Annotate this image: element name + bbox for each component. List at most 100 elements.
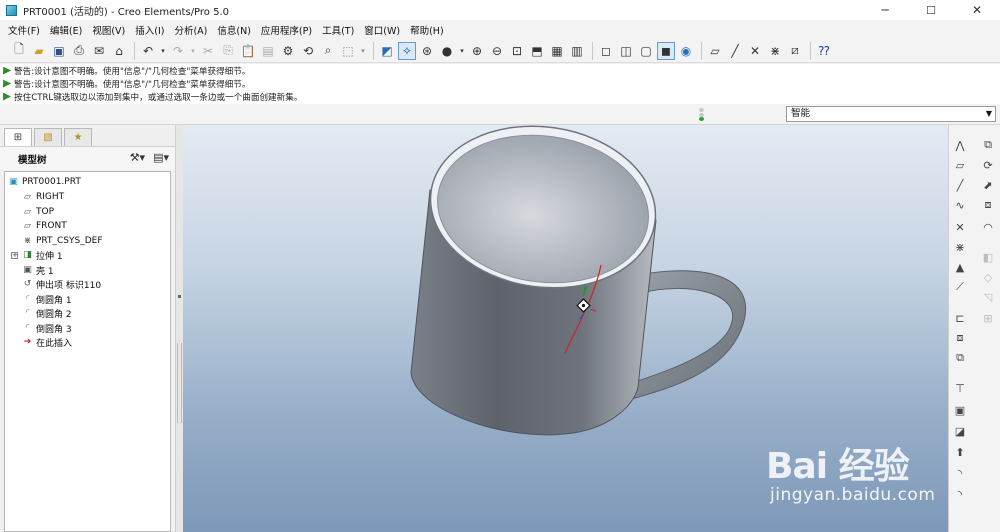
- tree-item-round-3[interactable]: ◜ 倒圆角 3: [22, 321, 72, 335]
- select-box-icon[interactable]: ⬚: [339, 42, 357, 60]
- save-icon[interactable]: ▣: [50, 42, 68, 60]
- datum-pattern-icon[interactable]: ⟋: [951, 279, 969, 295]
- context-help-icon[interactable]: ⁇: [815, 42, 833, 60]
- mail-link-icon[interactable]: ⌂: [110, 42, 128, 60]
- menu-file[interactable]: 文件(F): [4, 23, 46, 37]
- boundary-blend-icon[interactable]: ◠: [979, 219, 997, 235]
- repaint-icon[interactable]: ◩: [378, 42, 396, 60]
- tree-show-icon[interactable]: ▤▾: [153, 151, 169, 164]
- round-tool-icon[interactable]: ▣: [951, 402, 969, 418]
- swept-blend-icon[interactable]: ◝: [951, 465, 969, 481]
- tree-item-part[interactable]: ▣ PRT0001.PRT: [8, 175, 81, 189]
- menu-tools[interactable]: 工具(T): [318, 23, 360, 37]
- new-file-icon[interactable]: 🗋: [10, 42, 28, 60]
- tree-settings-icon[interactable]: ⚒▾: [130, 151, 145, 164]
- sweep-tool-icon[interactable]: ⬆: [951, 444, 969, 460]
- tree-item-insert-here[interactable]: ➔ 在此插入: [22, 335, 72, 349]
- datum-axes-toggle-icon[interactable]: ╱: [726, 42, 744, 60]
- csys-tool-icon[interactable]: ⋇: [951, 239, 969, 255]
- expand-toggle[interactable]: +: [11, 252, 18, 259]
- redo-icon[interactable]: ↷: [169, 42, 187, 60]
- hidden-line-icon[interactable]: ◫: [617, 42, 635, 60]
- menu-window[interactable]: 窗口(W): [360, 23, 406, 37]
- tree-item-round-2[interactable]: ◜ 倒圆角 2: [22, 306, 72, 320]
- hole-tool-icon[interactable]: ⊏: [951, 310, 969, 326]
- saved-views-icon[interactable]: ▦: [548, 42, 566, 60]
- annotations-toggle-icon[interactable]: ⧄: [786, 42, 804, 60]
- wireframe-icon[interactable]: ◻: [597, 42, 615, 60]
- csys-toggle-icon[interactable]: ⋇: [766, 42, 784, 60]
- menu-applications[interactable]: 应用程序(P): [257, 23, 318, 37]
- appearance-dropdown-icon[interactable]: ▾: [458, 42, 466, 60]
- redo-dropdown-icon[interactable]: ▾: [189, 42, 197, 60]
- tree-item-top[interactable]: ▱ TOP: [22, 205, 54, 219]
- regen-manager-icon[interactable]: ⟲: [299, 42, 317, 60]
- splitter-handle[interactable]: [177, 343, 182, 423]
- minimize-button[interactable]: ─: [862, 0, 908, 20]
- undo-icon[interactable]: ↶: [139, 42, 157, 60]
- maximize-button[interactable]: ☐: [908, 0, 954, 20]
- spin-center-icon[interactable]: ⟡: [398, 41, 416, 60]
- no-hidden-icon[interactable]: ▢: [637, 42, 655, 60]
- reorient-icon[interactable]: ⬒: [528, 42, 546, 60]
- menu-view[interactable]: 视图(V): [88, 23, 131, 37]
- tab-favorites[interactable]: ★: [64, 128, 92, 146]
- draft-tool-icon[interactable]: ⊤: [951, 380, 969, 396]
- selection-filter-select[interactable]: 智能 ▼: [786, 106, 996, 122]
- paste-icon[interactable]: 📋: [239, 42, 257, 60]
- paste-special-icon[interactable]: ▤: [259, 42, 277, 60]
- appearance-icon[interactable]: ●: [438, 42, 456, 60]
- tree-item-right[interactable]: ▱ RIGHT: [22, 190, 64, 204]
- pattern-icon[interactable]: ⊞: [979, 310, 997, 326]
- tab-folder-browser[interactable]: ▧: [34, 128, 62, 146]
- regenerate-icon[interactable]: ⚙: [279, 42, 297, 60]
- blend-tool-icon[interactable]: ⧈: [979, 197, 997, 213]
- select-dropdown-icon[interactable]: ▾: [359, 42, 367, 60]
- menu-info[interactable]: 信息(N): [213, 23, 257, 37]
- datum-planes-toggle-icon[interactable]: ▱: [706, 42, 724, 60]
- tree-item-round-1[interactable]: ◜ 倒圆角 1: [22, 292, 72, 306]
- sketch-icon[interactable]: ⋀: [951, 137, 969, 153]
- curve-tool-icon[interactable]: ∿: [951, 197, 969, 213]
- mirror-icon[interactable]: ◧: [979, 249, 997, 265]
- rib-tool-icon[interactable]: ⧉: [951, 350, 969, 366]
- tree-item-sweep[interactable]: ↺ 伸出项 标识110: [22, 277, 101, 291]
- menu-help[interactable]: 帮助(H): [406, 23, 450, 37]
- open-folder-icon[interactable]: ▰: [30, 42, 48, 60]
- print-icon[interactable]: ⎙: [70, 42, 88, 60]
- datum-points-toggle-icon[interactable]: ✕: [746, 42, 764, 60]
- undo-dropdown-icon[interactable]: ▾: [159, 42, 167, 60]
- shading-icon[interactable]: ◼: [657, 41, 675, 60]
- menu-insert[interactable]: 插入(I): [131, 23, 170, 37]
- plane-tool-icon[interactable]: ▱: [951, 157, 969, 173]
- zoom-in-icon[interactable]: ⊕: [468, 42, 486, 60]
- helical-sweep-icon[interactable]: ◝: [951, 486, 969, 502]
- chamfer-tool-icon[interactable]: ◪: [951, 423, 969, 439]
- variable-sweep-icon[interactable]: ⬈: [979, 177, 997, 193]
- menu-edit[interactable]: 编辑(E): [46, 23, 88, 37]
- panel-splitter[interactable]: [175, 125, 183, 532]
- revolve-tool-icon[interactable]: ⟳: [979, 157, 997, 173]
- menu-analysis[interactable]: 分析(A): [170, 23, 213, 37]
- cut-icon[interactable]: ✂: [199, 42, 217, 60]
- tab-model-tree[interactable]: ⊞: [4, 128, 32, 146]
- close-button[interactable]: ✕: [954, 0, 1000, 20]
- analysis-feature-icon[interactable]: ▲: [951, 259, 969, 275]
- tree-item-extrude[interactable]: ◨ 拉伸 1: [22, 248, 62, 262]
- shell-tool-icon[interactable]: ⧈: [951, 330, 969, 346]
- layers-icon[interactable]: ▥: [568, 42, 586, 60]
- point-tool-icon[interactable]: ✕: [951, 219, 969, 235]
- tree-item-csys[interactable]: ⋇ PRT_CSYS_DEF: [22, 234, 103, 248]
- merge-icon[interactable]: ◇: [979, 269, 997, 285]
- send-mail-icon[interactable]: ✉: [90, 42, 108, 60]
- tree-item-shell[interactable]: ▣ 壳 1: [22, 263, 53, 277]
- tree-item-front[interactable]: ▱ FRONT: [22, 219, 67, 233]
- extrude-tool-icon[interactable]: ⧉: [979, 137, 997, 153]
- refit-icon[interactable]: ⊡: [508, 42, 526, 60]
- find-icon[interactable]: ⌕: [319, 42, 337, 60]
- enhanced-realism-icon[interactable]: ◉: [677, 42, 695, 60]
- zoom-out-icon[interactable]: ⊖: [488, 42, 506, 60]
- orient-mode-icon[interactable]: ⊛: [418, 42, 436, 60]
- copy-icon[interactable]: ⎘: [219, 42, 237, 60]
- axis-tool-icon[interactable]: ╱: [951, 177, 969, 193]
